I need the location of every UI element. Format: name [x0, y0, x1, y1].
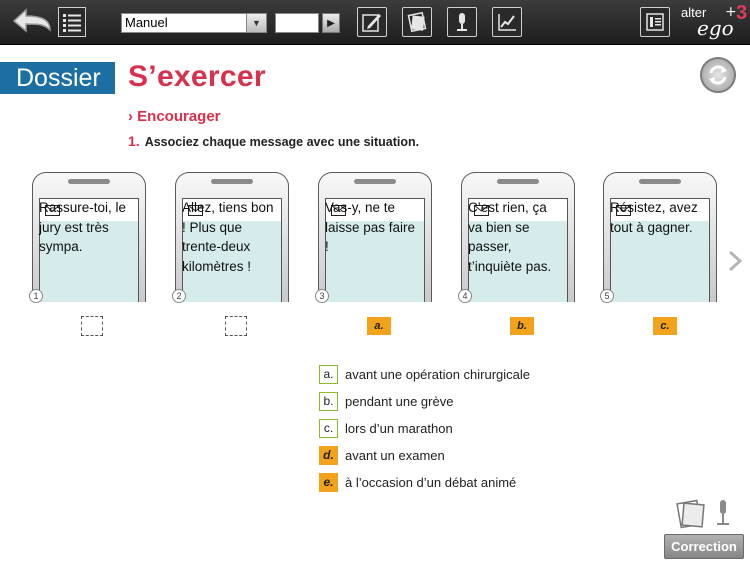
option-text: avant une opération chirurgicale	[345, 366, 531, 382]
phone-speaker	[68, 179, 110, 184]
phone-message-1[interactable]: Rassure-toi, le jury est très sympa. 1	[29, 172, 146, 303]
edit-pencil-icon[interactable]	[357, 7, 387, 37]
answer-slot-3[interactable]: a.	[367, 317, 391, 335]
phone-number-badge: 1	[29, 289, 43, 303]
option-text: pendant une grève	[345, 393, 454, 409]
page-number-input[interactable]	[275, 13, 319, 33]
phone-message-4[interactable]: C’est rien, ça va bien se passer, t’inqu…	[458, 172, 575, 303]
chevron-right-icon[interactable]	[727, 250, 743, 272]
option-letter[interactable]: e.	[319, 472, 338, 492]
option-text: avant un examen	[345, 447, 445, 463]
option-c[interactable]: c. lors d’un marathon	[319, 418, 453, 438]
back-arrow-icon[interactable]	[10, 6, 54, 38]
option-d[interactable]: d. avant un examen	[319, 445, 445, 465]
answer-slot-5[interactable]: c.	[653, 317, 677, 335]
mode-select[interactable]: Manuel ▼	[121, 13, 267, 33]
phone-message-3[interactable]: Vas-y, ne te laisse pas faire ! 3	[315, 172, 432, 303]
go-to-page-button[interactable]: ▶	[322, 13, 340, 33]
dossier-badge: Dossier 5	[0, 62, 115, 124]
chevron-down-icon[interactable]: ▼	[246, 14, 266, 32]
option-letter[interactable]: c.	[319, 418, 338, 438]
phone-message-2[interactable]: Allez, tiens bon ! Plus que trente-deux …	[172, 172, 289, 303]
phone-number-badge: 5	[600, 289, 614, 303]
section-title: › Encourager	[128, 108, 221, 125]
option-a[interactable]: a. avant une opération chirurgicale	[319, 364, 530, 384]
message-text: Résistez, avez tout à gagner.	[610, 200, 698, 235]
phone-number-badge: 3	[315, 289, 329, 303]
option-e[interactable]: e. à l’occasion d’un débat animé	[319, 472, 516, 492]
book-icon[interactable]	[640, 7, 670, 37]
option-text: lors d’un marathon	[345, 420, 453, 436]
page-title: S’exercer	[128, 60, 266, 93]
phone-speaker	[354, 179, 396, 184]
alter-ego-logo: alter ego + 3	[681, 2, 748, 40]
phone-number-badge: 2	[172, 289, 186, 303]
phone-speaker	[497, 179, 539, 184]
phone-speaker	[639, 179, 681, 184]
option-letter[interactable]: b.	[319, 391, 338, 411]
phone-number-badge: 4	[458, 289, 472, 303]
answer-slot-4[interactable]: b.	[510, 317, 534, 335]
progress-chart-icon[interactable]	[492, 7, 522, 37]
reset-refresh-icon[interactable]	[700, 57, 736, 93]
exercise-instruction: 1. Associez chaque message avec une situ…	[128, 133, 420, 149]
phone-speaker	[211, 179, 253, 184]
answer-slot-1[interactable]	[81, 316, 103, 336]
message-text: Rassure-toi, le jury est très sympa.	[39, 200, 127, 254]
mode-select-value: Manuel	[125, 15, 168, 30]
correction-button[interactable]: Correction	[664, 534, 744, 559]
message-text: Allez, tiens bon ! Plus que trente-deux …	[182, 200, 274, 274]
answer-slot-2[interactable]	[225, 316, 247, 336]
option-letter[interactable]: a.	[319, 364, 338, 384]
option-b[interactable]: b. pendant une grève	[319, 391, 453, 411]
notes-icon[interactable]	[402, 7, 432, 37]
message-text: C’est rien, ça va bien se passer, t’inqu…	[468, 200, 552, 274]
notes-icon[interactable]	[676, 497, 706, 529]
microphone-icon[interactable]	[447, 7, 477, 37]
option-letter[interactable]: d.	[319, 445, 338, 465]
table-of-contents-icon[interactable]	[58, 7, 86, 37]
phone-message-5[interactable]: Résistez, avez tout à gagner. 5	[600, 172, 717, 303]
option-text: à l’occasion d’un débat animé	[345, 474, 517, 490]
microphone-icon[interactable]	[714, 499, 732, 529]
message-text: Vas-y, ne te laisse pas faire !	[325, 200, 416, 254]
top-toolbar: Manuel ▼ ▶ alter ego + 3	[0, 0, 750, 45]
